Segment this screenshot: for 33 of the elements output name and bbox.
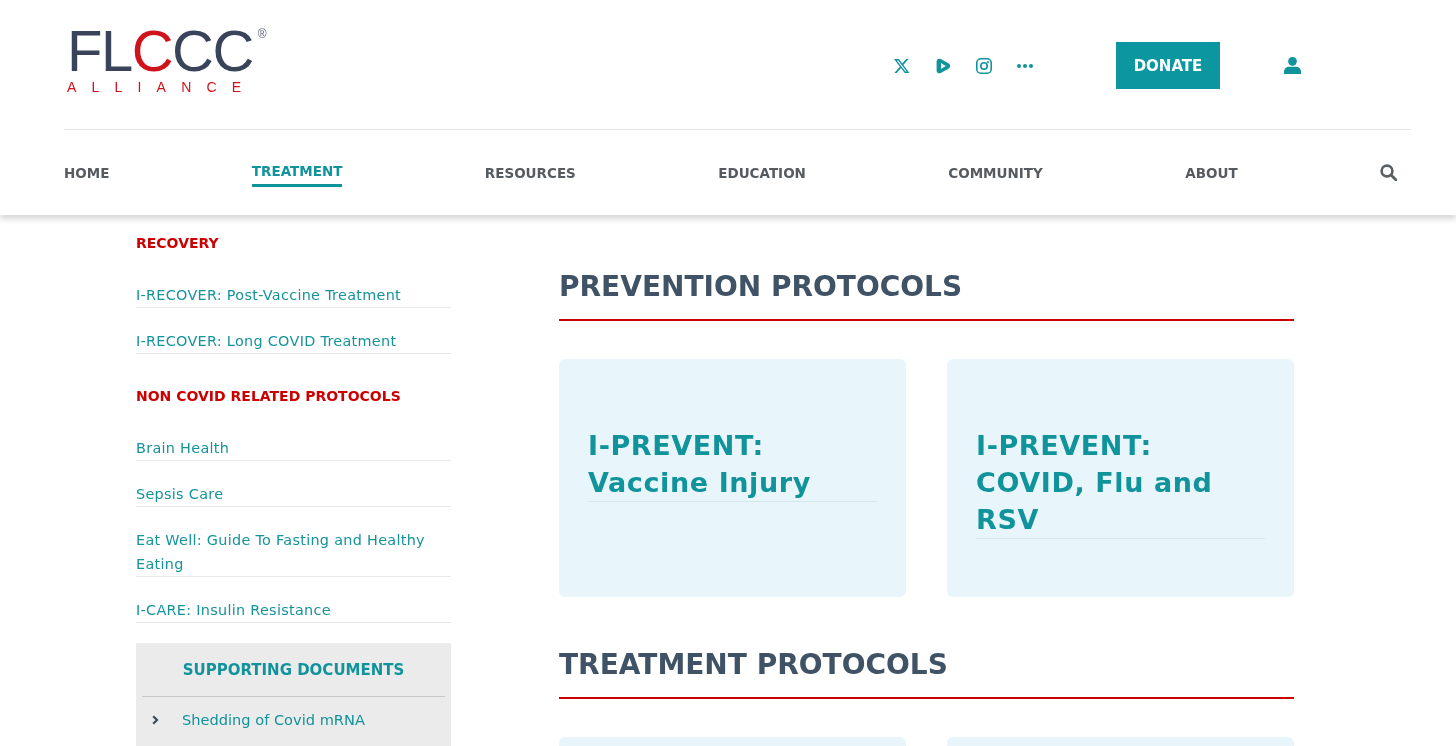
nav-link[interactable]: EDUCATION (718, 158, 806, 187)
nav-link[interactable]: TREATMENT (251, 158, 343, 187)
sidebar-heading: RECOVERY (136, 234, 219, 253)
nav-link[interactable]: COMMUNITY (948, 158, 1043, 187)
chevron-icon (152, 715, 159, 725)
sidebar-link[interactable]: Eat Well: Guide To Fasting and Healthy Eating (136, 528, 451, 577)
nav-link[interactable]: HOME (64, 158, 110, 187)
more-icon[interactable] (1017, 63, 1033, 68)
nav-link[interactable]: ABOUT (1185, 158, 1238, 187)
search-icon[interactable] (1379, 164, 1397, 181)
nav-link[interactable]: RESOURCES (484, 158, 576, 187)
sidebar-link[interactable]: Sepsis Care (136, 482, 451, 507)
sidebar-link[interactable]: Brain Health (136, 436, 451, 461)
camera-icon[interactable] (976, 57, 992, 74)
section-heading: TREATMENT PROTOCOLS (559, 647, 1294, 699)
card-title: I-PREVENT: COVID, Flu and RSV (976, 427, 1265, 539)
user-icon[interactable] (1284, 57, 1301, 74)
protocol-card[interactable]: I-PREVENT: COVID, Flu and RSV (947, 359, 1294, 597)
document-link[interactable]: Shedding of Covid mRNA (182, 709, 365, 731)
sidebar-link[interactable]: I-CARE: Insulin Resistance (136, 598, 451, 623)
logo-wordmark[interactable]: FLCCC (67, 25, 253, 77)
section-heading: PREVENTION PROTOCOLS (559, 269, 1294, 321)
registered-mark: ® (257, 28, 267, 40)
donate-button[interactable]: DONATE (1116, 42, 1220, 89)
x-logo-icon[interactable] (894, 57, 910, 74)
protocol-card[interactable]: I-PREVENT: Vaccine Injury (559, 359, 906, 597)
sidebar-link[interactable]: I-RECOVER: Post-Vaccine Treatment (136, 283, 451, 308)
card-title: I-PREVENT: Vaccine Injury (588, 427, 877, 502)
play-icon[interactable] (935, 57, 951, 74)
sidebar-heading: NON COVID RELATED PROTOCOLS (136, 387, 401, 406)
logo-tagline: ALLIANCE (67, 79, 257, 95)
panel-heading: SUPPORTING DOCUMENTS (142, 659, 445, 697)
sidebar-link[interactable]: I-RECOVER: Long COVID Treatment (136, 329, 451, 354)
